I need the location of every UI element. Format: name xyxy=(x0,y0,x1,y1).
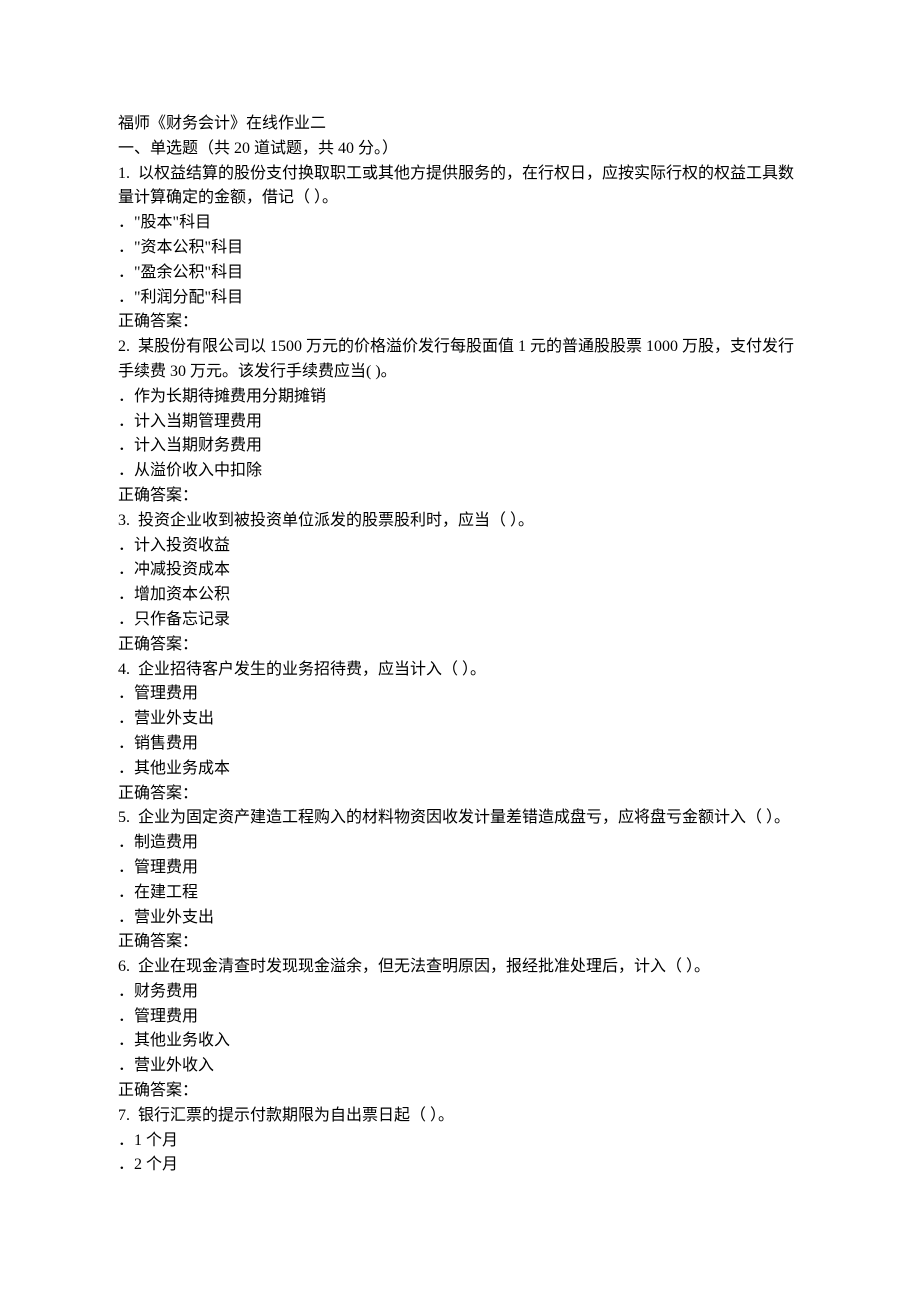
question-option: ．计入投资收益 xyxy=(118,534,802,559)
option-text: "资本公积"科目 xyxy=(134,239,243,256)
option-text: 营业外支出 xyxy=(134,710,214,727)
question-option: ．其他业务收入 xyxy=(118,1029,802,1054)
option-text: 制造费用 xyxy=(134,834,198,851)
question-option: ．计入当期管理费用 xyxy=(118,410,802,435)
option-text: "利润分配"科目 xyxy=(134,289,243,306)
question-option: ．"盈余公积"科目 xyxy=(118,261,802,286)
question-option: ．在建工程 xyxy=(118,881,802,906)
question-number: 2. xyxy=(118,338,130,355)
question-stem: 6. 企业在现金清查时发现现金溢余，但无法查明原因，报经批准处理后，计入（ ）。 xyxy=(118,955,802,980)
option-text: 只作备忘记录 xyxy=(134,611,230,628)
question-text: 银行汇票的提示付款期限为自出票日起（ ）。 xyxy=(138,1107,454,1124)
answer-label: 正确答案： xyxy=(118,633,802,658)
option-text: 财务费用 xyxy=(134,983,198,1000)
question-number: 3. xyxy=(118,512,130,529)
question-option: ．营业外支出 xyxy=(118,707,802,732)
question-option: ．2 个月 xyxy=(118,1153,802,1178)
question-stem: 3. 投资企业收到被投资单位派发的股票股利时，应当（ ）。 xyxy=(118,509,802,534)
question-option: ．管理费用 xyxy=(118,1005,802,1030)
answer-label: 正确答案： xyxy=(118,310,802,335)
question-option: ．只作备忘记录 xyxy=(118,608,802,633)
option-text: 冲减投资成本 xyxy=(134,561,230,578)
answer-label: 正确答案： xyxy=(118,484,802,509)
question-option: ．营业外支出 xyxy=(118,906,802,931)
question-number: 1. xyxy=(118,165,130,182)
question-option: ．管理费用 xyxy=(118,856,802,881)
question-number: 4. xyxy=(118,661,130,678)
option-text: 从溢价收入中扣除 xyxy=(134,462,262,479)
option-text: 管理费用 xyxy=(134,859,198,876)
option-text: 计入当期财务费用 xyxy=(134,437,262,454)
question-stem: 5. 企业为固定资产建造工程购入的材料物资因收发计量差错造成盘亏，应将盘亏金额计… xyxy=(118,806,802,831)
question-option: ．作为长期待摊费用分期摊销 xyxy=(118,385,802,410)
option-text: 1 个月 xyxy=(134,1132,178,1149)
question-text: 以权益结算的股份支付换取职工或其他方提供服务的，在行权日，应按实际行权的权益工具… xyxy=(118,165,794,207)
option-text: 其他业务收入 xyxy=(134,1032,230,1049)
option-text: 2 个月 xyxy=(134,1156,178,1173)
section-heading: 一、单选题（共 20 道试题，共 40 分。） xyxy=(118,137,802,162)
question-option: ．增加资本公积 xyxy=(118,583,802,608)
document-page: 福师《财务会计》在线作业二 一、单选题（共 20 道试题，共 40 分。） 1.… xyxy=(0,0,920,1302)
question-text: 某股份有限公司以 1500 万元的价格溢价发行每股面值 1 元的普通股股票 10… xyxy=(118,338,794,380)
question-stem: 4. 企业招待客户发生的业务招待费，应当计入（ ）。 xyxy=(118,658,802,683)
option-text: "股本"科目 xyxy=(134,214,211,231)
question-text: 企业招待客户发生的业务招待费，应当计入（ ）。 xyxy=(138,661,486,678)
option-text: 其他业务成本 xyxy=(134,760,230,777)
option-text: "盈余公积"科目 xyxy=(134,264,243,281)
question-option: ．制造费用 xyxy=(118,831,802,856)
question-number: 6. xyxy=(118,958,130,975)
answer-label: 正确答案： xyxy=(118,782,802,807)
question-text: 企业在现金清查时发现现金溢余，但无法查明原因，报经批准处理后，计入（ ）。 xyxy=(138,958,710,975)
document-title: 福师《财务会计》在线作业二 xyxy=(118,112,802,137)
question-option: ．销售费用 xyxy=(118,732,802,757)
option-text: 管理费用 xyxy=(134,685,198,702)
question-option: ．"股本"科目 xyxy=(118,211,802,236)
answer-label: 正确答案： xyxy=(118,1079,802,1104)
question-option: ．其他业务成本 xyxy=(118,757,802,782)
option-text: 作为长期待摊费用分期摊销 xyxy=(134,388,326,405)
question-text: 企业为固定资产建造工程购入的材料物资因收发计量差错造成盘亏，应将盘亏金额计入（ … xyxy=(138,809,790,826)
question-text: 投资企业收到被投资单位派发的股票股利时，应当（ ）。 xyxy=(138,512,534,529)
question-stem: 2. 某股份有限公司以 1500 万元的价格溢价发行每股面值 1 元的普通股股票… xyxy=(118,335,802,385)
answer-label: 正确答案： xyxy=(118,930,802,955)
question-stem: 7. 银行汇票的提示付款期限为自出票日起（ ）。 xyxy=(118,1104,802,1129)
option-text: 营业外支出 xyxy=(134,909,214,926)
option-text: 管理费用 xyxy=(134,1008,198,1025)
question-option: ．"资本公积"科目 xyxy=(118,236,802,261)
option-text: 在建工程 xyxy=(134,884,198,901)
question-number: 7. xyxy=(118,1107,130,1124)
option-text: 销售费用 xyxy=(134,735,198,752)
question-number: 5. xyxy=(118,809,130,826)
option-text: 营业外收入 xyxy=(134,1057,214,1074)
option-text: 计入当期管理费用 xyxy=(134,413,262,430)
question-option: ．营业外收入 xyxy=(118,1054,802,1079)
question-option: ．冲减投资成本 xyxy=(118,558,802,583)
question-option: ．从溢价收入中扣除 xyxy=(118,459,802,484)
question-option: ．"利润分配"科目 xyxy=(118,286,802,311)
option-text: 计入投资收益 xyxy=(134,537,230,554)
question-option: ．财务费用 xyxy=(118,980,802,1005)
option-text: 增加资本公积 xyxy=(134,586,230,603)
question-stem: 1. 以权益结算的股份支付换取职工或其他方提供服务的，在行权日，应按实际行权的权… xyxy=(118,162,802,212)
question-option: ．管理费用 xyxy=(118,682,802,707)
question-option: ．计入当期财务费用 xyxy=(118,434,802,459)
question-option: ．1 个月 xyxy=(118,1129,802,1154)
